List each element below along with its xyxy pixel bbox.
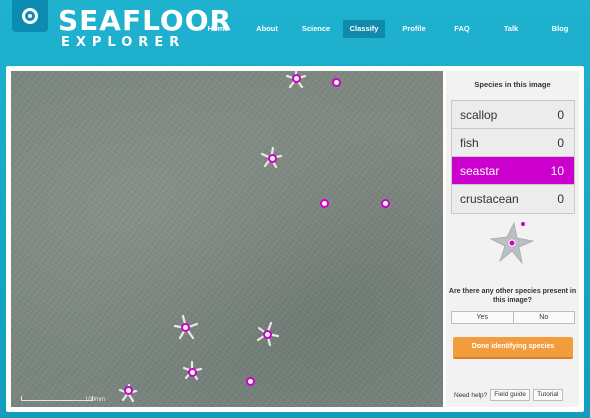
- yes-button[interactable]: Yes: [452, 312, 514, 323]
- species-name: crustacean: [460, 192, 519, 206]
- eye-ring-icon: [22, 8, 38, 24]
- species-row-fish[interactable]: fish 0: [452, 129, 574, 157]
- seastar-marker[interactable]: [246, 377, 255, 386]
- nav-home[interactable]: Home: [198, 20, 238, 38]
- other-species-toggle: Yes No: [451, 311, 575, 324]
- species-row-seastar[interactable]: seastar 10: [452, 157, 574, 185]
- help-label: Need help?: [454, 391, 488, 399]
- species-count: 10: [550, 163, 564, 178]
- scale-label: 100mm: [85, 397, 106, 403]
- species-row-crustacean[interactable]: crustacean 0: [452, 185, 574, 213]
- done-button[interactable]: Done identifying species: [453, 337, 573, 359]
- seastar-marker[interactable]: [381, 199, 390, 208]
- seastar-marker[interactable]: [124, 386, 133, 395]
- species-count: 0: [557, 107, 564, 122]
- species-sidebar: Species in this image scallop 0 fish 0 s…: [446, 71, 579, 407]
- other-species-question: Are there any other species present in t…: [448, 288, 577, 304]
- seastar-marker[interactable]: [181, 323, 190, 332]
- nav-faq[interactable]: FAQ: [442, 20, 482, 38]
- species-list: scallop 0 fish 0 seastar 10 crustacean 0: [451, 100, 575, 214]
- seastar-marker[interactable]: [332, 78, 341, 87]
- seastar-marker[interactable]: [263, 330, 272, 339]
- species-title: Species in this image: [474, 80, 551, 89]
- seastar-marker[interactable]: [188, 368, 197, 377]
- seastar-icon: [489, 221, 535, 265]
- brand-line-2: EXPLORER: [61, 35, 186, 50]
- nav-classify[interactable]: Classify: [343, 20, 385, 38]
- species-row-scallop[interactable]: scallop 0: [452, 101, 574, 129]
- species-count: 0: [557, 192, 564, 206]
- classify-panel: 100mm Species in this image scallop 0 fi…: [6, 66, 584, 412]
- nav-talk[interactable]: Talk: [491, 20, 531, 38]
- species-count: 0: [557, 135, 564, 150]
- nav-about[interactable]: About: [246, 20, 288, 38]
- species-name: scallop: [460, 107, 498, 122]
- seastar-silhouettes: [118, 71, 307, 403]
- nav-blog[interactable]: Blog: [540, 20, 580, 38]
- nav-profile[interactable]: Profile: [393, 20, 435, 38]
- seastar-marker[interactable]: [292, 74, 301, 83]
- nav-science[interactable]: Science: [295, 20, 337, 38]
- no-button[interactable]: No: [513, 312, 574, 323]
- site-header: SEAFLOOR EXPLORER Home About Science Cla…: [0, 0, 590, 64]
- species-name: fish: [460, 135, 479, 150]
- tutorial-button[interactable]: Tutorial: [533, 389, 563, 401]
- scale-bar: [21, 395, 93, 401]
- species-name: seastar: [460, 163, 500, 178]
- help-bar: Need help? Field guide Tutorial: [454, 389, 563, 401]
- field-guide-button[interactable]: Field guide: [490, 389, 531, 401]
- seastar-marker[interactable]: [268, 154, 277, 163]
- logo-badge[interactable]: [12, 0, 48, 32]
- seafloor-image[interactable]: 100mm: [11, 71, 443, 407]
- seastar-marker[interactable]: [320, 199, 329, 208]
